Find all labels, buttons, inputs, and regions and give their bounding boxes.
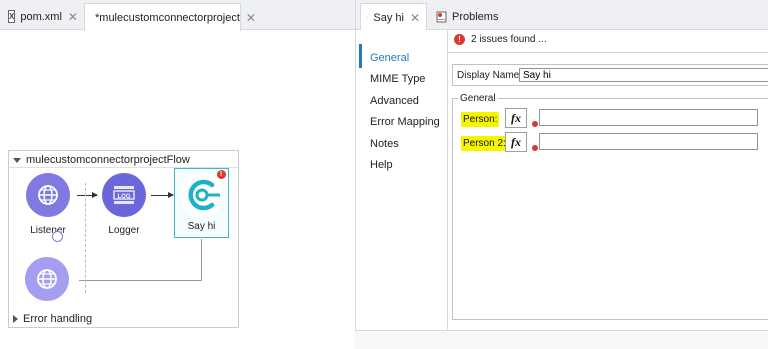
listener-node[interactable]: Listener (21, 173, 75, 242)
fx-toggle-button[interactable]: fx (505, 132, 527, 152)
expand-icon[interactable] (13, 315, 18, 323)
display-name-field[interactable] (519, 68, 768, 82)
error-handling-label: Error handling (23, 313, 93, 325)
node-label: Say hi (187, 221, 216, 232)
node-label: Listener (30, 225, 66, 236)
person-label: Person: (461, 112, 500, 127)
log-icon: LOG (102, 173, 146, 217)
properties-tab-bar: Say hi ✕ Problems (356, 0, 768, 31)
say-hi-node[interactable]: ! Say hi (174, 168, 229, 238)
sidebar-item-error-mapping[interactable]: Error Mapping (370, 116, 440, 128)
sidebar-item-notes[interactable]: Notes (370, 138, 399, 150)
general-group-label: General (458, 93, 498, 104)
tab-label: Problems (452, 10, 499, 23)
error-icon: ! (454, 34, 465, 45)
flow-guide-line (85, 183, 86, 293)
close-icon[interactable]: ✕ (410, 11, 420, 25)
custom-connector-icon: ! (179, 170, 226, 217)
flow-arrow (151, 192, 174, 198)
editor-tab-bar: X pom.xml ✕ *mulecustomconnectorproject … (0, 0, 355, 31)
globe-icon (25, 257, 69, 301)
person-field[interactable] (539, 109, 758, 126)
required-error-icon (532, 145, 538, 151)
properties-sidebar: General MIME Type Advanced Error Mapping… (356, 30, 448, 330)
sidebar-item-mime-type[interactable]: MIME Type (370, 73, 425, 85)
divider (448, 52, 768, 53)
properties-panel: Say hi ✕ Problems General MIME Type Adva… (355, 0, 768, 349)
tab-problems[interactable]: Problems (430, 3, 508, 30)
logger-node[interactable]: LOG Logger (97, 173, 151, 236)
problems-icon (436, 11, 447, 22)
flow-container[interactable]: mulecustomconnectorprojectFlow Listener (8, 150, 239, 328)
svg-text:LOG: LOG (118, 194, 131, 200)
globe-icon (26, 173, 70, 217)
sidebar-item-general[interactable]: General (370, 52, 409, 64)
flow-editor: X pom.xml ✕ *mulecustomconnectorproject … (0, 0, 355, 349)
display-name-label: Display Name: (457, 69, 523, 81)
fx-toggle-button[interactable]: fx (505, 108, 527, 128)
tab-label: pom.xml (20, 10, 62, 23)
required-error-icon (532, 121, 538, 127)
tab-say-hi[interactable]: Say hi ✕ (360, 3, 427, 31)
sidebar-item-help[interactable]: Help (370, 159, 393, 171)
flow-connector-line (201, 239, 202, 281)
collapse-icon[interactable] (13, 157, 21, 163)
connector-icon (367, 16, 369, 19)
tab-label: *mulecustomconnectorproject (95, 11, 240, 24)
selection-indicator (359, 44, 362, 68)
flow-name: mulecustomconnectorprojectFlow (26, 154, 190, 166)
panel-bottom-edge (355, 330, 768, 349)
issues-banner[interactable]: ! 2 issues found ... (454, 34, 547, 45)
general-group: General Person: fx Person 2: fx (452, 93, 768, 320)
flow-header[interactable]: mulecustomconnectorprojectFlow (13, 154, 190, 166)
flow-arrow (77, 192, 98, 198)
person-2-field[interactable] (539, 133, 758, 150)
close-icon[interactable]: ✕ (246, 11, 256, 25)
node-label: Logger (108, 225, 140, 236)
issues-text: 2 issues found ... (471, 34, 547, 45)
source-badge-icon (52, 231, 63, 242)
person-2-label: Person 2: (461, 136, 508, 151)
tab-pom-xml[interactable]: X pom.xml ✕ (2, 3, 82, 30)
display-name-row: Display Name: (452, 64, 768, 86)
close-icon[interactable]: ✕ (68, 10, 78, 24)
flow-connector-line (79, 280, 202, 281)
tab-label: Say hi (373, 11, 404, 24)
xml-file-icon: X (8, 10, 16, 23)
error-badge-icon: ! (216, 170, 226, 179)
properties-content: ! 2 issues found ... Display Name: Gener… (448, 30, 768, 330)
error-handling-toggle[interactable]: Error handling (13, 313, 92, 325)
error-listener-node[interactable] (25, 257, 69, 301)
tab-mule-project[interactable]: *mulecustomconnectorproject ✕ (84, 3, 256, 31)
sidebar-item-advanced[interactable]: Advanced (370, 95, 419, 107)
